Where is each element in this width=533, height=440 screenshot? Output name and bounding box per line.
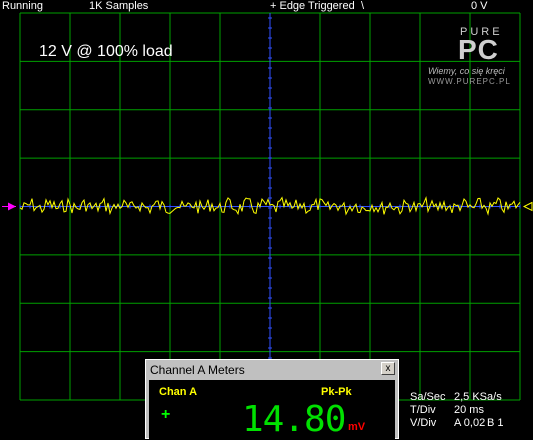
logo-url: WWW.PUREPC.PL [428, 77, 511, 86]
time-div-label: T/Div [410, 404, 436, 416]
volt-div-label: V/Div [410, 417, 437, 429]
volt-div-channel-b: B 1 [487, 417, 504, 429]
channel-a-meters-window[interactable]: Channel A Meters x Chan A Pk-Pk + 14.80 … [145, 359, 399, 440]
purepc-logo: PURE PC Wiemy, co się kręci WWW.PUREPC.P… [428, 24, 528, 86]
meters-window-title[interactable]: Channel A Meters [150, 363, 245, 377]
sample-count[interactable]: 1K Samples [89, 0, 148, 13]
volt-div-value: A 0,02 [454, 417, 486, 429]
time-div-value: 20 ms [454, 404, 484, 416]
meter-channel-label: Chan A [159, 386, 198, 398]
logo-tagline: Wiemy, co się kręci [428, 66, 505, 76]
sample-rate-value: 2,5 KSa/s [454, 391, 502, 403]
meter-sign: + [161, 406, 171, 423]
meter-display: Chan A Pk-Pk + 14.80 mV [149, 380, 395, 440]
meter-value: 14.80 [242, 399, 346, 440]
trigger-level-marker[interactable] [522, 201, 533, 212]
trigger-slope-icon[interactable]: \ [361, 0, 364, 13]
status-bar: Running 1K Samples + Edge Triggered \ 0 … [0, 0, 533, 13]
meter-unit: mV [348, 421, 366, 433]
meter-mode-label: Pk-Pk [321, 386, 352, 398]
close-button[interactable]: x [381, 362, 395, 375]
sample-rate-label: Sa/Sec [410, 391, 446, 403]
trigger-level[interactable]: 0 V [471, 0, 488, 13]
logo-pc-text: PC [458, 34, 499, 65]
trigger-mode[interactable]: + Edge Triggered [270, 0, 355, 13]
load-annotation: 12 V @ 100% load [39, 43, 173, 60]
run-status[interactable]: Running [2, 0, 43, 13]
